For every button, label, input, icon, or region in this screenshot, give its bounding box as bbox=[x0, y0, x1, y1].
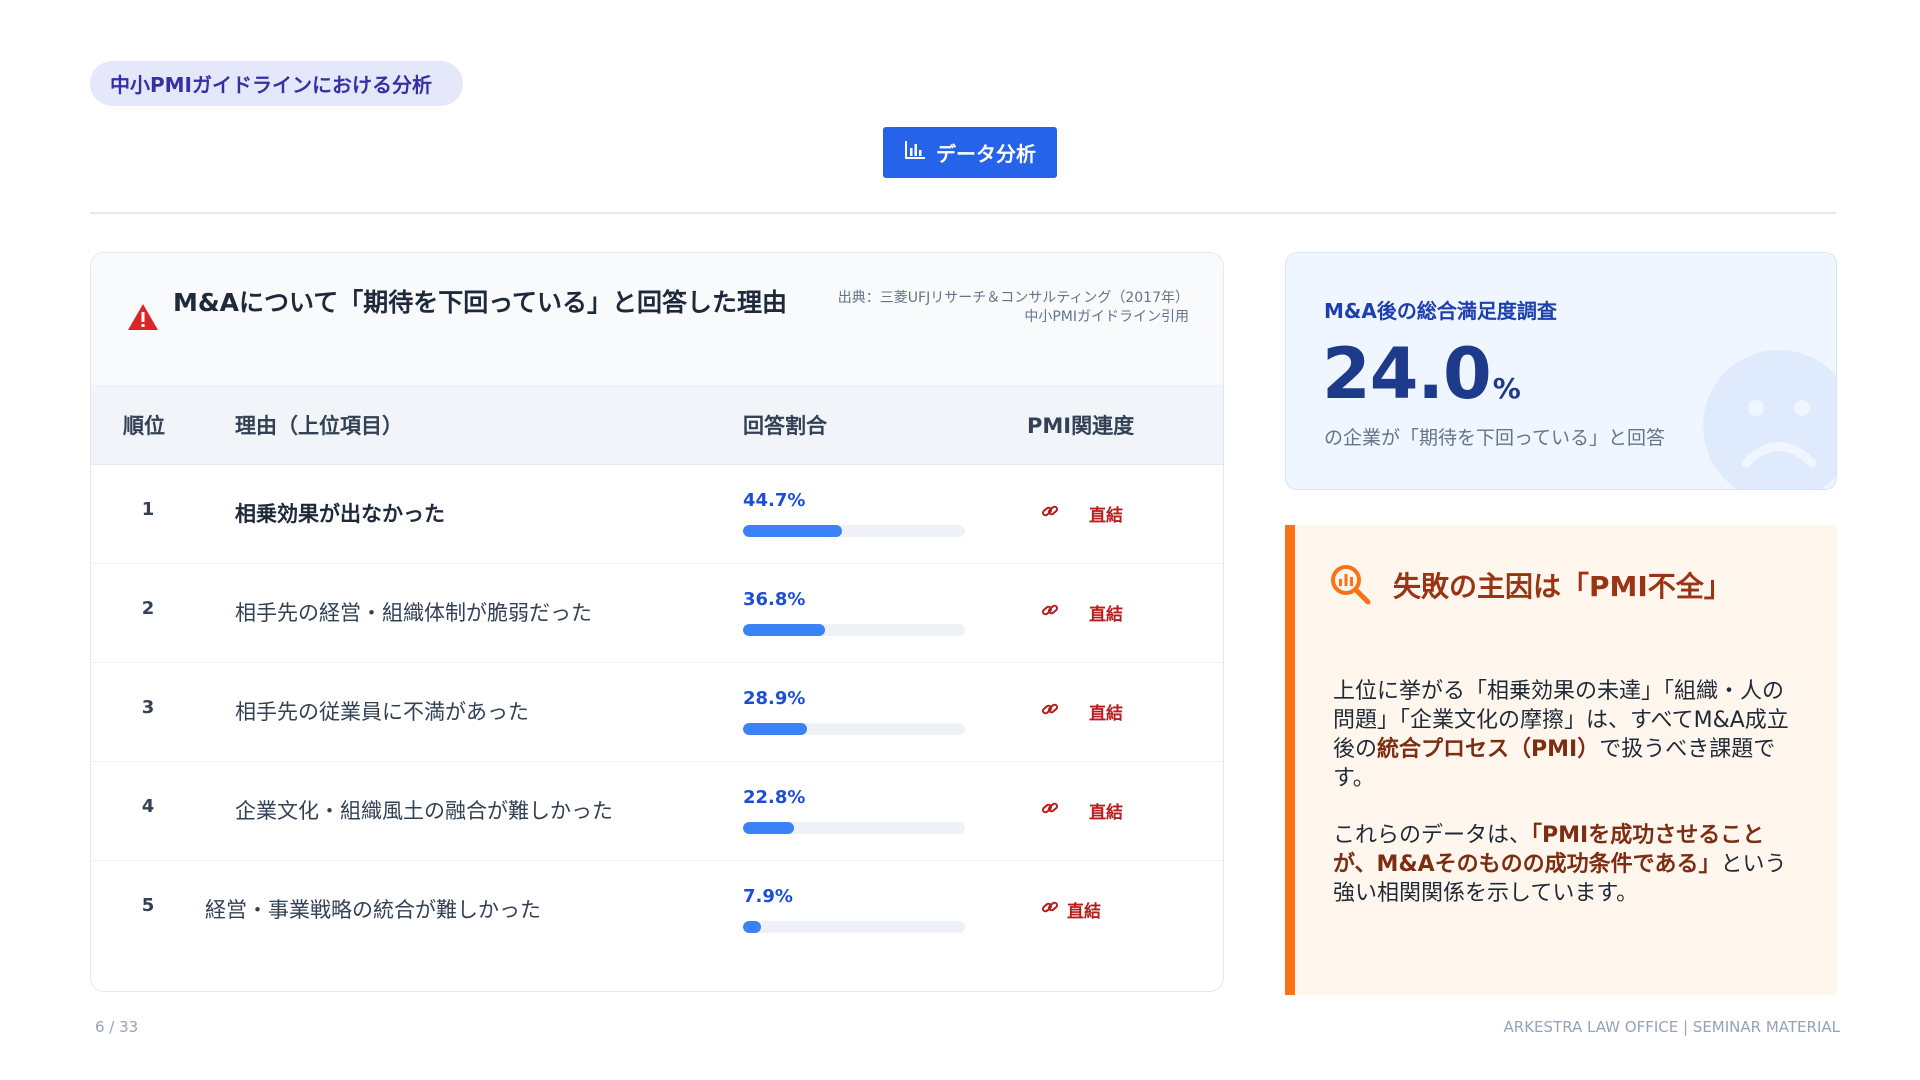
data-analysis-badge: データ分析 bbox=[883, 127, 1057, 178]
failure-paragraph-2: これらのデータは、「PMIを成功させることが、M&Aそのものの成功条件である」と… bbox=[1333, 821, 1803, 908]
table-row: 3 相手先の従業員に不満があった 28.9% 直結 bbox=[91, 663, 1223, 762]
percent-label: 7.9% bbox=[743, 886, 793, 907]
satisfaction-note: の企業が「期待を下回っている」と回答 bbox=[1324, 427, 1666, 449]
percent-bar bbox=[743, 921, 965, 933]
header-divider bbox=[90, 212, 1836, 214]
percent-bar-fill bbox=[743, 822, 794, 834]
page-number: 6 / 33 bbox=[95, 1018, 139, 1036]
failure-title: 失敗の主因は「PMI不全」 bbox=[1393, 570, 1732, 603]
source-line-2: 中小PMIガイドライン引用 bbox=[1024, 309, 1189, 325]
percent-label: 22.8% bbox=[743, 787, 806, 808]
relation-label: 直結 bbox=[1089, 605, 1123, 625]
link-icon bbox=[1041, 502, 1059, 525]
satisfaction-title: M&A後の総合満足度調査 bbox=[1324, 299, 1557, 323]
table-header: 順位 理由（上位項目） 回答割合 PMI関連度 bbox=[91, 386, 1223, 465]
satisfaction-unit: % bbox=[1492, 372, 1521, 405]
percent-bar-fill bbox=[743, 723, 808, 735]
rank-cell: 2 bbox=[141, 598, 155, 619]
section-pill-label: 中小PMIガイドラインにおける分析 bbox=[110, 73, 433, 97]
column-header-rank: 順位 bbox=[123, 414, 165, 438]
percent-label: 44.7% bbox=[743, 490, 806, 511]
warning-icon bbox=[127, 303, 159, 335]
column-header-reason: 理由（上位項目） bbox=[235, 414, 403, 438]
link-icon bbox=[1041, 799, 1059, 822]
failure-callout: 失敗の主因は「PMI不全」 上位に挙がる「相乗効果の未達」「組織・人の問題」「企… bbox=[1285, 525, 1837, 995]
percent-bar bbox=[743, 624, 965, 636]
percent-bar bbox=[743, 525, 965, 537]
percent-label: 36.8% bbox=[743, 589, 806, 610]
percent-bar bbox=[743, 822, 965, 834]
card-source: 出典：三菱UFJリサーチ＆コンサルティング（2017年） 中小PMIガイドライン… bbox=[789, 289, 1189, 327]
table-body: 1 相乗効果が出なかった 44.7% 直結 2 相手先の経営・組織体制が脆弱だっ… bbox=[91, 465, 1223, 959]
reason-cell: 相乗効果が出なかった bbox=[235, 502, 445, 526]
magnifier-chart-icon bbox=[1329, 563, 1371, 609]
column-header-percent: 回答割合 bbox=[743, 414, 827, 438]
link-icon bbox=[1041, 601, 1059, 624]
reason-cell: 経営・事業戦略の統合が難しかった bbox=[205, 898, 541, 922]
relation-cell: 直結 bbox=[1041, 699, 1123, 724]
percent-bar bbox=[743, 723, 965, 735]
relation-label: 直結 bbox=[1089, 506, 1123, 526]
satisfaction-value: 24.0 bbox=[1322, 333, 1492, 415]
table-row: 1 相乗効果が出なかった 44.7% 直結 bbox=[91, 465, 1223, 564]
failure-paragraph-1: 上位に挙がる「相乗効果の未達」「組織・人の問題」「企業文化の摩擦」は、すべてM&… bbox=[1333, 677, 1803, 793]
rank-cell: 4 bbox=[141, 796, 155, 817]
rank-cell: 3 bbox=[141, 697, 155, 718]
link-icon bbox=[1041, 700, 1059, 723]
reasons-table-card: M&Aについて「期待を下回っている」と回答した理由 出典：三菱UFJリサーチ＆コ… bbox=[90, 252, 1224, 992]
relation-label: 直結 bbox=[1089, 803, 1123, 823]
reason-cell: 相手先の従業員に不満があった bbox=[235, 700, 529, 724]
sad-face-icon bbox=[1701, 348, 1836, 489]
failure-p2-text-a: これらのデータは、 bbox=[1333, 823, 1532, 848]
bar-chart-icon bbox=[904, 140, 926, 165]
relation-label: 直結 bbox=[1089, 704, 1123, 724]
satisfaction-card: M&A後の総合満足度調査 24.0% の企業が「期待を下回っている」と回答 bbox=[1285, 252, 1837, 490]
failure-p1-emphasis: 統合プロセス（PMI） bbox=[1377, 737, 1600, 762]
relation-label: 直結 bbox=[1067, 902, 1101, 922]
column-header-relation: PMI関連度 bbox=[1027, 414, 1135, 438]
failure-body: 上位に挙がる「相乗効果の未達」「組織・人の問題」「企業文化の摩擦」は、すべてM&… bbox=[1333, 677, 1803, 936]
table-row: 4 企業文化・組織風土の融合が難しかった 22.8% 直結 bbox=[91, 762, 1223, 861]
table-row: 5 経営・事業戦略の統合が難しかった 7.9% 直結 bbox=[91, 861, 1223, 959]
relation-cell: 直結 bbox=[1041, 798, 1123, 823]
badge-label: データ分析 bbox=[936, 142, 1036, 166]
percent-bar-fill bbox=[743, 525, 843, 537]
relation-cell: 直結 bbox=[1041, 501, 1123, 526]
reason-cell: 相手先の経営・組織体制が脆弱だった bbox=[235, 601, 592, 625]
relation-cell: 直結 bbox=[1041, 600, 1123, 625]
link-icon bbox=[1041, 898, 1059, 921]
rank-cell: 1 bbox=[141, 499, 155, 520]
relation-cell: 直結 bbox=[1041, 897, 1101, 922]
source-line-1: 出典：三菱UFJリサーチ＆コンサルティング（2017年） bbox=[837, 290, 1189, 306]
footer-brand: ARKESTRA LAW OFFICE | SEMINAR MATERIAL bbox=[1503, 1018, 1840, 1036]
reason-cell: 企業文化・組織風土の融合が難しかった bbox=[235, 799, 613, 823]
percent-label: 28.9% bbox=[743, 688, 806, 709]
percent-bar-fill bbox=[743, 624, 825, 636]
percent-bar-fill bbox=[743, 921, 761, 933]
table-row: 2 相手先の経営・組織体制が脆弱だった 36.8% 直結 bbox=[91, 564, 1223, 663]
satisfaction-value-wrap: 24.0% bbox=[1322, 333, 1521, 415]
card-header: M&Aについて「期待を下回っている」と回答した理由 出典：三菱UFJリサーチ＆コ… bbox=[91, 253, 1223, 386]
section-pill: 中小PMIガイドラインにおける分析 bbox=[90, 61, 463, 106]
card-title: M&Aについて「期待を下回っている」と回答した理由 bbox=[173, 288, 788, 317]
rank-cell: 5 bbox=[141, 895, 155, 916]
